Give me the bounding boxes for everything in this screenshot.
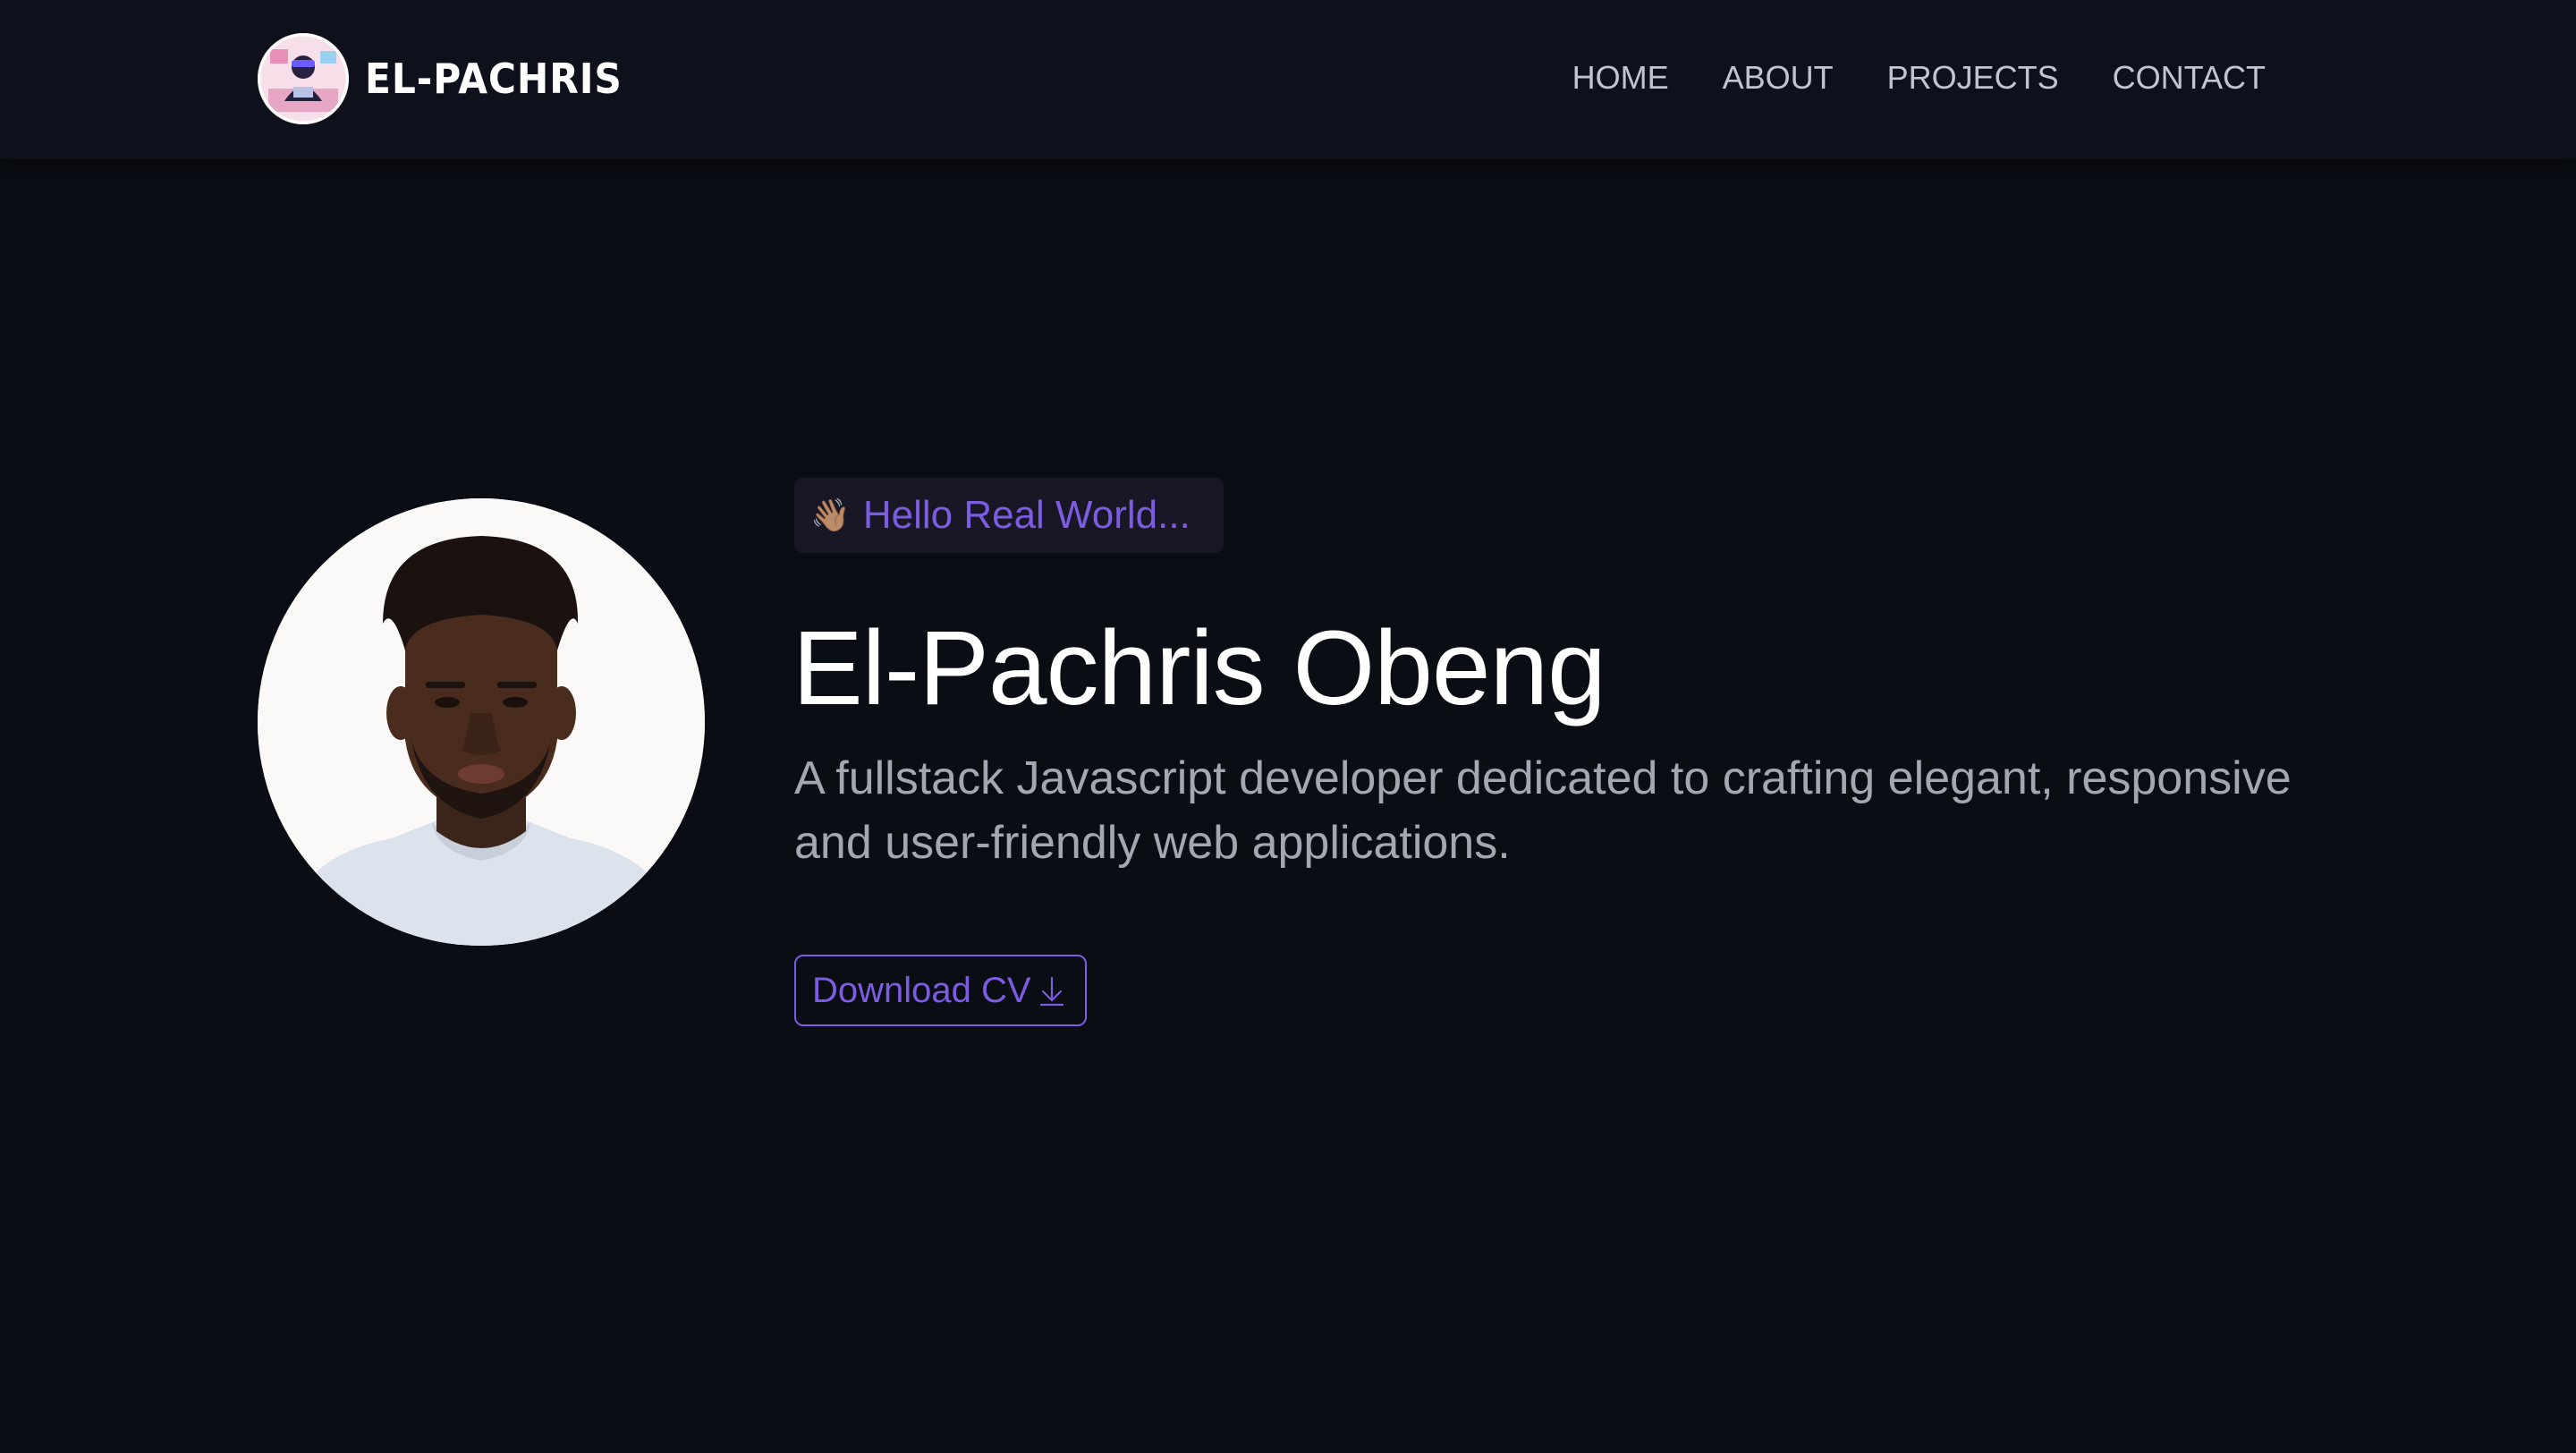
waving-hand-icon: 👋🏽 — [810, 497, 851, 533]
download-cv-label: Download CV — [812, 970, 1031, 1010]
greeting-badge: 👋🏽 Hello Real World... — [794, 478, 1224, 553]
hero-name: El-Pachris Obeng — [792, 609, 1606, 727]
site-header: EL-PACHRIS HOME ABOUT PROJECTS CONTACT — [0, 0, 2576, 159]
avatar-logo-icon[interactable] — [258, 33, 349, 124]
brand-name[interactable]: EL-PACHRIS — [365, 58, 623, 99]
nav-contact[interactable]: CONTACT — [2113, 55, 2266, 100]
hero-tagline: A fullstack Javascript developer dedicat… — [794, 752, 2292, 869]
nav-projects[interactable]: PROJECTS — [1887, 55, 2059, 100]
nav-home[interactable]: HOME — [1572, 55, 1669, 100]
brand[interactable]: EL-PACHRIS — [258, 33, 645, 124]
main-nav: HOME ABOUT PROJECTS CONTACT — [1572, 55, 2266, 100]
download-arrow-icon — [1037, 973, 1067, 1008]
profile-photo — [258, 498, 705, 946]
greeting-text: Hello Real World... — [862, 493, 1191, 537]
download-cv-button[interactable]: Download CV — [794, 955, 1087, 1026]
nav-about[interactable]: ABOUT — [1723, 55, 1834, 100]
